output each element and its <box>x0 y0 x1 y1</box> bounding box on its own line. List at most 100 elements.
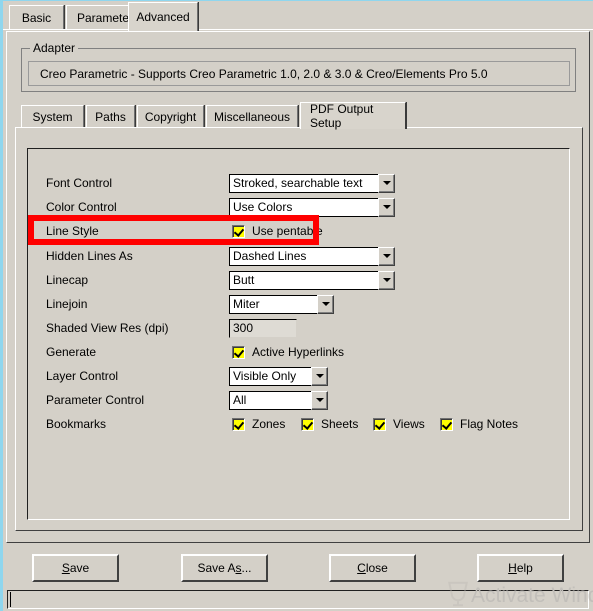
bookmarks-label: Bookmarks <box>46 417 107 431</box>
tab-basic-label: Basic <box>21 11 52 25</box>
linejoin-combo[interactable]: Miter <box>229 294 334 314</box>
save-button-label: Save <box>61 561 90 575</box>
font-control-dropdown-button[interactable] <box>378 173 395 193</box>
linecap-value: Butt <box>229 270 378 290</box>
linejoin-label: Linejoin <box>46 297 88 311</box>
layer-control-value: Visible Only <box>229 366 311 386</box>
bookmarks-views-label: Views <box>393 417 425 431</box>
layer-control-dropdown-button[interactable] <box>311 366 328 386</box>
linejoin-value: Miter <box>229 294 317 314</box>
adapter-value: Creo Parametric - Supports Creo Parametr… <box>28 61 570 86</box>
row-linejoin: Linejoin Miter <box>28 292 571 316</box>
chevron-down-icon <box>382 205 391 209</box>
font-control-value: Stroked, searchable text <box>229 173 378 193</box>
chevron-down-icon <box>315 398 324 402</box>
bookmarks-flag-notes-checkbox[interactable] <box>440 417 453 431</box>
save-as-button[interactable]: Save As... <box>181 554 268 582</box>
inner-tab-pdf-output-setup[interactable]: PDF Output Setup <box>300 102 406 130</box>
color-control-combo[interactable]: Use Colors <box>229 197 395 217</box>
hidden-lines-as-combo[interactable]: Dashed Lines <box>229 246 395 266</box>
chevron-down-icon <box>321 302 330 306</box>
use-pentable-checkbox-item[interactable]: Use pentable <box>232 222 323 241</box>
bookmarks-flag-notes-checkbox-item[interactable]: Flag Notes <box>440 415 518 434</box>
inner-tab-miscellaneous-label: Miscellaneous <box>213 110 291 124</box>
bookmarks-views-checkbox-item[interactable]: Views <box>373 415 425 434</box>
parameter-control-label: Parameter Control <box>46 393 145 407</box>
row-hidden-lines-as: Hidden Lines As Dashed Lines <box>28 244 571 268</box>
linecap-combo[interactable]: Butt <box>229 270 395 290</box>
chevron-down-icon <box>382 254 391 258</box>
inner-tab-copyright-label: Copyright <box>144 110 197 124</box>
use-pentable-checkbox[interactable] <box>232 224 245 238</box>
status-bar <box>7 590 589 609</box>
bookmarks-zones-checkbox-item[interactable]: Zones <box>232 415 285 434</box>
tab-basic[interactable]: Basic <box>9 5 64 30</box>
inner-tab-paths[interactable]: Paths <box>86 105 135 128</box>
bookmarks-views-checkbox[interactable] <box>373 417 386 431</box>
active-hyperlinks-label: Active Hyperlinks <box>252 345 345 359</box>
hidden-lines-as-dropdown-button[interactable] <box>378 246 395 266</box>
use-pentable-label: Use pentable <box>252 224 323 238</box>
shaded-view-res-label: Shaded View Res (dpi) <box>46 321 169 335</box>
layer-control-label: Layer Control <box>46 369 119 383</box>
tab-advanced-label: Advanced <box>136 10 190 24</box>
row-shaded-view-res: Shaded View Res (dpi) 300 <box>28 316 571 340</box>
chevron-down-icon <box>382 181 391 185</box>
bookmarks-zones-label: Zones <box>252 417 286 431</box>
chevron-down-icon <box>315 374 324 378</box>
adapter-groupbox-title: Adapter <box>30 41 79 55</box>
inner-tab-pdf-output-setup-label: PDF Output Setup <box>310 102 374 130</box>
linecap-label: Linecap <box>46 273 89 287</box>
save-as-button-label: Save As... <box>197 561 252 575</box>
inner-tab-miscellaneous[interactable]: Miscellaneous <box>206 105 298 128</box>
inner-tab-system[interactable]: System <box>21 105 84 128</box>
button-bar: Save Save As... Close Help <box>3 547 593 591</box>
linecap-dropdown-button[interactable] <box>378 270 395 290</box>
bookmarks-zones-checkbox[interactable] <box>232 417 245 431</box>
color-control-dropdown-button[interactable] <box>378 197 395 217</box>
bookmarks-flag-notes-label: Flag Notes <box>460 417 519 431</box>
close-button-label: Close <box>357 561 388 575</box>
linejoin-dropdown-button[interactable] <box>317 294 334 314</box>
active-hyperlinks-checkbox-item[interactable]: Active Hyperlinks <box>232 343 344 362</box>
dialog-window: Basic Parameters Advanced Adapter Creo P… <box>0 0 593 611</box>
parameter-control-dropdown-button[interactable] <box>311 390 328 410</box>
shaded-view-res-input[interactable]: 300 <box>229 318 297 338</box>
generate-label: Generate <box>46 345 97 359</box>
layer-control-combo[interactable]: Visible Only <box>229 366 328 386</box>
hidden-lines-as-value: Dashed Lines <box>229 246 378 266</box>
row-color-control: Color Control Use Colors <box>28 195 571 219</box>
color-control-value: Use Colors <box>229 197 378 217</box>
tab-advanced[interactable]: Advanced <box>128 2 198 31</box>
font-control-label: Font Control <box>46 176 113 190</box>
inner-tab-paths-label: Paths <box>95 110 126 124</box>
bookmarks-sheets-checkbox[interactable] <box>301 417 314 431</box>
help-button-label: Help <box>508 561 533 575</box>
bookmarks-sheets-label: Sheets <box>321 417 359 431</box>
pdf-settings-form: Font Control Stroked, searchable text Co… <box>27 148 570 520</box>
row-line-style: Line Style Use pentable <box>28 219 571 243</box>
advanced-pane: Adapter Creo Parametric - Supports Creo … <box>6 31 590 543</box>
hidden-lines-as-label: Hidden Lines As <box>46 249 133 263</box>
adapter-groupbox: Adapter Creo Parametric - Supports Creo … <box>21 41 576 92</box>
help-button[interactable]: Help <box>477 554 564 582</box>
row-parameter-control: Parameter Control All <box>28 388 571 412</box>
row-layer-control: Layer Control Visible Only <box>28 364 571 388</box>
close-button[interactable]: Close <box>329 554 416 582</box>
row-generate: Generate Active Hyperlinks <box>28 340 571 364</box>
inner-tab-system-label: System <box>32 110 73 124</box>
row-bookmarks: Bookmarks Zones Sheets Views Flag Notes <box>28 412 571 436</box>
row-linecap: Linecap Butt <box>28 268 571 292</box>
bookmarks-sheets-checkbox-item[interactable]: Sheets <box>301 415 358 434</box>
font-control-combo[interactable]: Stroked, searchable text <box>229 173 395 193</box>
color-control-label: Color Control <box>46 200 117 214</box>
parameter-control-combo[interactable]: All <box>229 390 328 410</box>
status-bar-caret <box>10 592 11 607</box>
line-style-label: Line Style <box>46 224 99 238</box>
inner-tabstrip: System Paths Copyright Miscellaneous PDF… <box>15 102 585 130</box>
outer-tabstrip: Basic Parameters Advanced <box>3 2 593 31</box>
inner-tab-copyright[interactable]: Copyright <box>137 105 204 128</box>
save-button[interactable]: Save <box>32 554 119 582</box>
active-hyperlinks-checkbox[interactable] <box>232 345 245 359</box>
parameter-control-value: All <box>229 390 311 410</box>
